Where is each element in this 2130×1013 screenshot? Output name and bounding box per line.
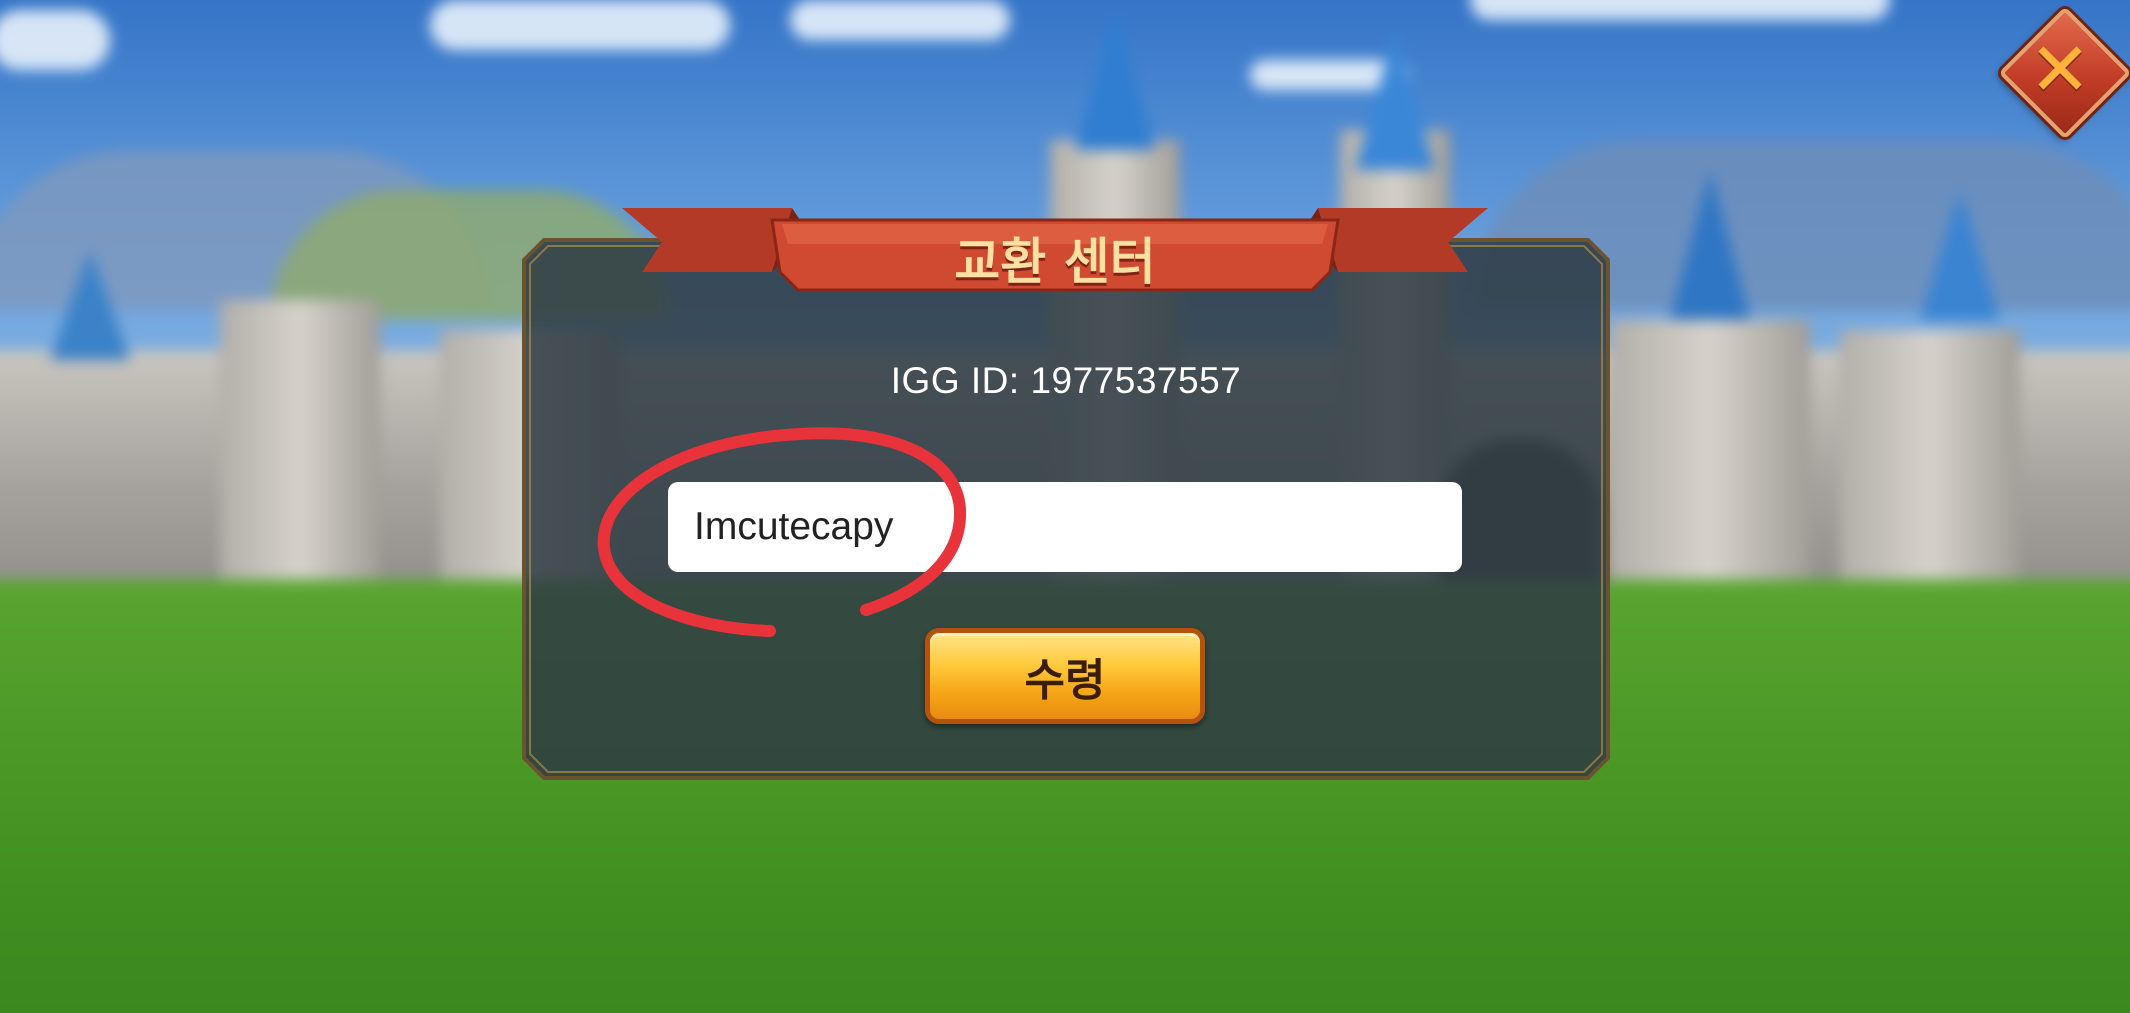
dialog-title: 교환 센터 <box>954 233 1156 291</box>
close-icon: ✕ <box>2028 27 2091 113</box>
game-screen: ✕ IGG ID: 1977537557 수령 교 <box>0 0 2130 1013</box>
claim-button-label: 수령 <box>1024 655 1106 706</box>
igg-id-label: IGG ID: 1977537557 <box>890 360 1242 401</box>
exchange-center-dialog: IGG ID: 1977537557 수령 <box>522 238 1610 780</box>
redeem-code-input[interactable] <box>668 482 1462 572</box>
claim-button[interactable]: 수령 <box>925 628 1205 724</box>
title-banner: 교환 센터 <box>622 202 1488 302</box>
close-button[interactable]: ✕ <box>1998 6 2130 140</box>
